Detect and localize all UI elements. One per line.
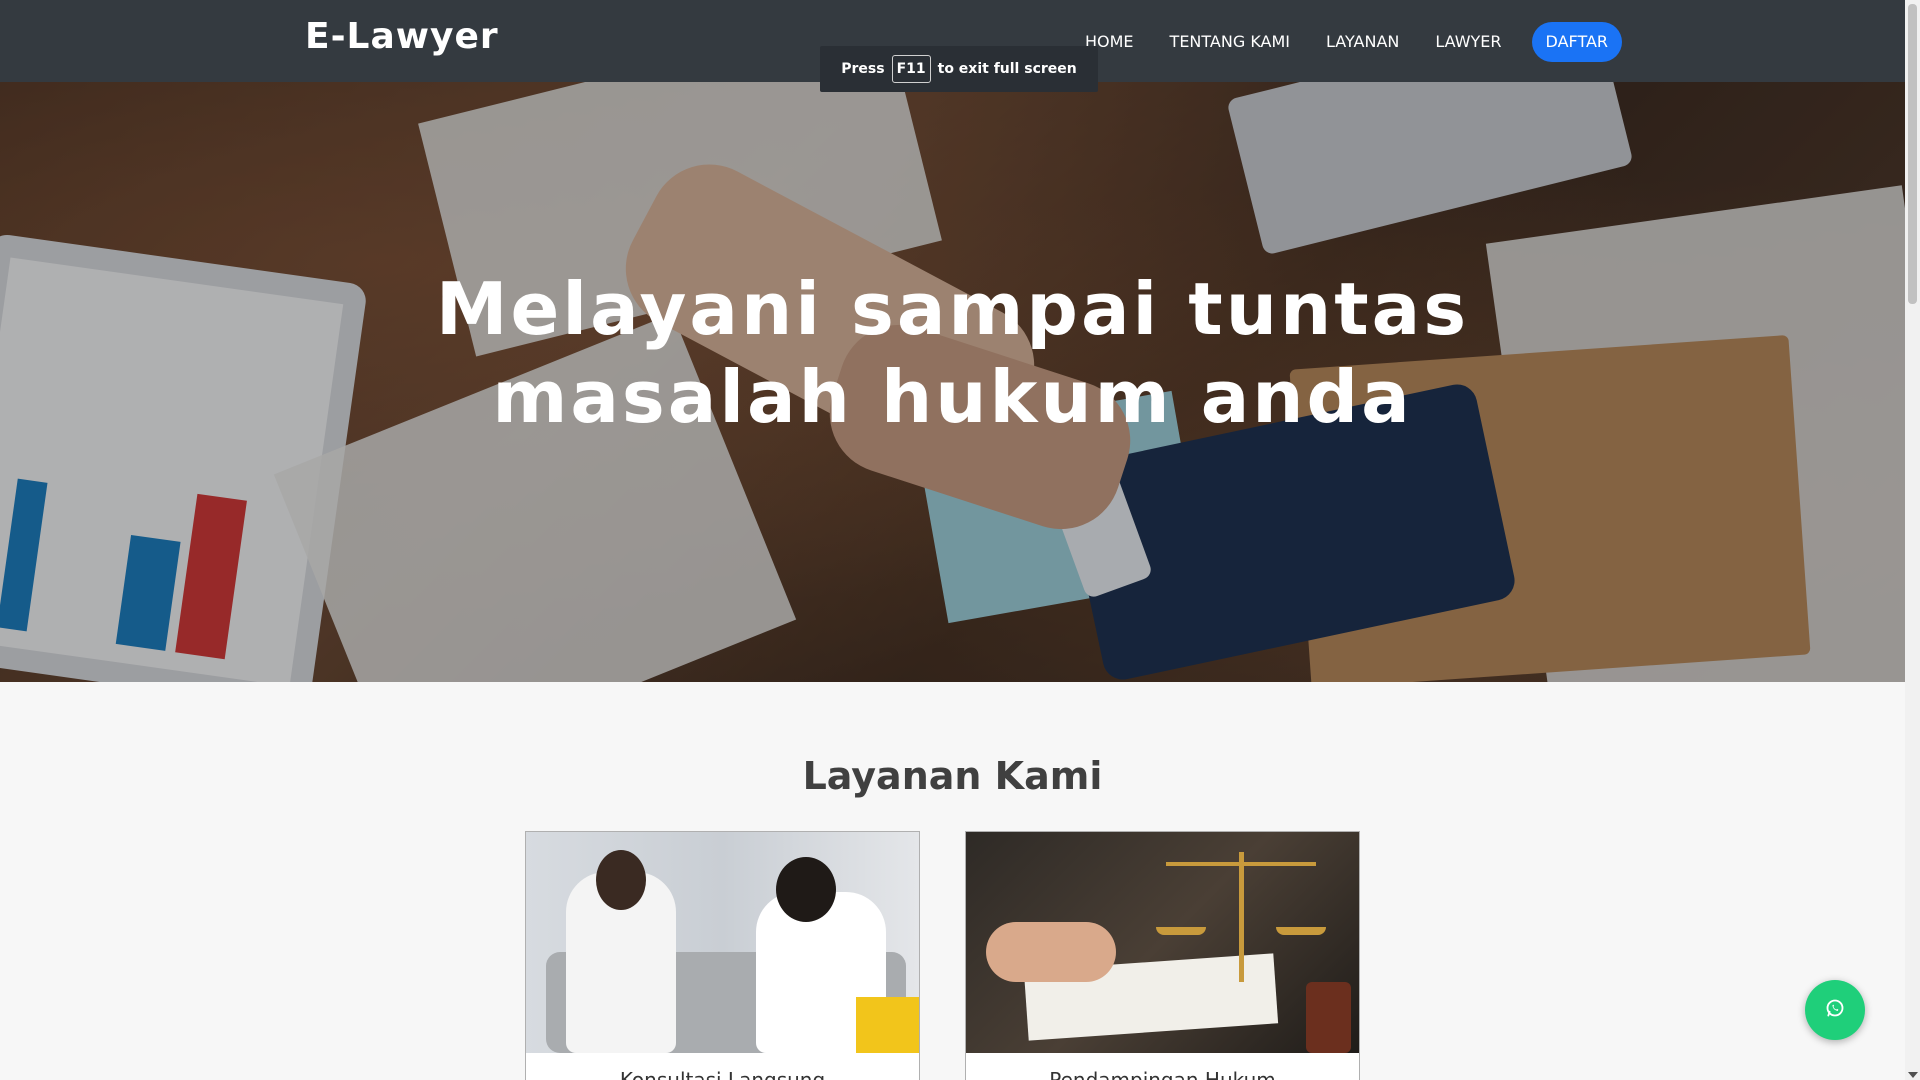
consultation-photo-yellow-chair: [856, 997, 919, 1053]
consultation-photo-doctor-head: [596, 850, 646, 910]
legal-scales-photo-gavel: [1306, 982, 1351, 1053]
legal-scales-photo: [966, 832, 1359, 1053]
legal-scales-photo-pan-right: [1276, 927, 1326, 935]
hero-title-line1: Melayani sampai tuntas: [435, 267, 1470, 351]
legal-scales-photo-scale-pole: [1239, 852, 1244, 982]
toast-text-after: to exit full screen: [937, 61, 1077, 77]
services-title: Layanan Kami: [802, 754, 1103, 798]
hero-title: Melayani sampai tuntas masalah hukum and…: [0, 265, 1905, 441]
toast-text-before: Press: [841, 61, 885, 77]
service-card-pendampingan[interactable]: Pendampingan Hukum: [965, 831, 1360, 1080]
scrollbar-thumb[interactable]: [1908, 4, 1917, 304]
whatsapp-button[interactable]: [1805, 980, 1865, 1040]
daftar-button[interactable]: DAFTAR: [1531, 22, 1623, 62]
service-label-konsultasi: Konsultasi Langsung: [619, 1068, 826, 1080]
nav-link-lawyer[interactable]: LAWYER: [1435, 22, 1501, 62]
legal-scales-photo-pan-left: [1156, 927, 1206, 935]
fullscreen-toast: Press F11 to exit full screen: [820, 46, 1098, 92]
hero-banner: Melayani sampai tuntas masalah hukum and…: [0, 82, 1905, 682]
nav-link-tentang-kami[interactable]: TENTANG KAMI: [1170, 22, 1290, 62]
hero-title-line2: masalah hukum anda: [492, 355, 1413, 439]
toast-key: F11: [891, 55, 931, 83]
consultation-photo: [526, 832, 919, 1053]
service-label-pendampingan: Pendampingan Hukum: [1049, 1068, 1276, 1080]
nav-links: HOME TENTANG KAMI LAYANAN LAWYER DAFTAR: [1085, 22, 1623, 62]
scroll-down-arrow-icon[interactable]: [1908, 1072, 1918, 1078]
nav-link-layanan[interactable]: LAYANAN: [1326, 22, 1399, 62]
whatsapp-icon: [1825, 998, 1845, 1023]
page-scrollbar[interactable]: [1905, 0, 1920, 1080]
legal-scales-photo-hands: [986, 922, 1116, 982]
consultation-photo-patient-head: [776, 857, 836, 922]
brand-logo[interactable]: E-Lawyer: [305, 16, 499, 57]
service-card-konsultasi[interactable]: Konsultasi Langsung: [525, 831, 920, 1080]
